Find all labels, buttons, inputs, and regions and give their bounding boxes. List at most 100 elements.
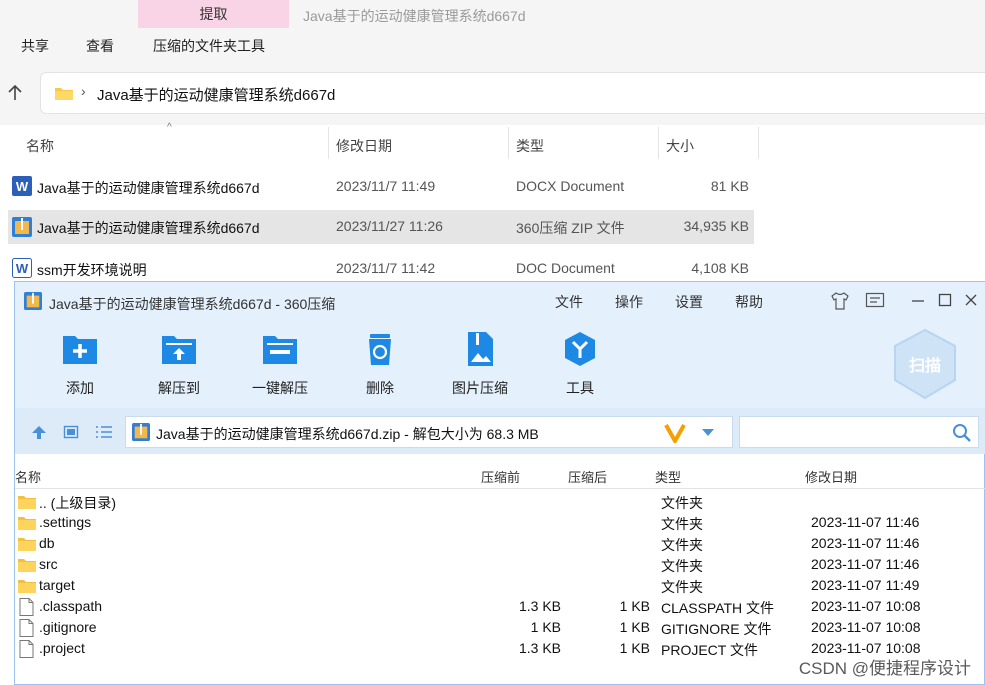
feedback-icon[interactable]	[865, 292, 885, 310]
up-level-icon[interactable]	[31, 424, 47, 440]
add-button[interactable]: 添加	[35, 320, 125, 408]
col-modified[interactable]: 修改日期	[336, 136, 392, 156]
file-date: 2023/11/7 11:49	[336, 178, 436, 194]
col-size[interactable]: 大小	[666, 136, 694, 156]
extract-to-label: 解压到	[158, 380, 200, 396]
column-divider[interactable]	[508, 127, 509, 159]
zip-menu-file[interactable]: 文件	[555, 292, 583, 312]
zip-item-date: 2023-11-07 11:49	[811, 577, 920, 593]
zip-item-type: GITIGNORE 文件	[661, 621, 772, 637]
delete-label: 删除	[366, 380, 394, 396]
skin-shirt-icon[interactable]	[830, 292, 850, 310]
image-compress-icon	[468, 332, 493, 366]
menu-compressed-folder-tools[interactable]: 压缩的文件夹工具	[153, 36, 265, 56]
zip-row[interactable]: src 文件夹 2023-11-07 11:46	[15, 554, 985, 575]
zip-item-size-before: 1.3 KB	[518, 598, 561, 614]
folder-icon	[18, 496, 36, 509]
zip-item-type: 文件夹	[661, 537, 703, 553]
file-icon	[19, 619, 34, 637]
zip-item-name: target	[39, 577, 75, 593]
zip-toolbar: 添加 解压到 一键解压 删除 图片压缩 工具 扫描	[15, 320, 985, 408]
thumbnail-view-icon[interactable]	[63, 424, 79, 440]
word-docx-icon: W	[12, 176, 32, 196]
zip-titlebar: Java基于的运动健康管理系统d667d - 360压缩 文件 操作 设置 帮助	[15, 282, 985, 320]
tools-button[interactable]: 工具	[535, 320, 625, 408]
add-icon	[63, 336, 97, 364]
zip-path-field[interactable]: Java基于的运动健康管理系统d667d.zip - 解包大小为 68.3 MB	[125, 416, 733, 448]
csdn-watermark: CSDN @便捷程序设计	[798, 659, 971, 678]
zip-app-icon	[24, 292, 42, 310]
zip-row[interactable]: .gitignore 1 KB 1 KB GITIGNORE 文件 2023-1…	[15, 617, 985, 638]
one-click-extract-label: 一键解压	[252, 380, 308, 396]
zip-item-date: 2023-11-07 11:46	[811, 514, 920, 530]
address-text: Java基于的运动健康管理系统d667d	[97, 87, 336, 104]
scan-button[interactable]: 扫描	[887, 326, 963, 402]
add-label: 添加	[66, 380, 94, 396]
minimize-icon[interactable]	[910, 292, 926, 308]
zip-row-parent[interactable]: .. (上级目录) 文件夹	[15, 491, 985, 512]
col-type[interactable]: 类型	[516, 136, 544, 156]
file-date: 2023/11/7 11:42	[336, 260, 436, 276]
zip-window-title: Java基于的运动健康管理系统d667d - 360压缩	[49, 296, 336, 312]
zip-menu-help[interactable]: 帮助	[735, 292, 763, 312]
address-bar[interactable]: › Java基于的运动健康管理系统d667d	[40, 72, 985, 114]
folder-icon	[18, 538, 36, 551]
zip-row[interactable]: .classpath 1.3 KB 1 KB CLASSPATH 文件 2023…	[15, 596, 985, 617]
dropdown-arrow-icon[interactable]	[700, 427, 716, 439]
file-icon	[19, 598, 34, 616]
zip-item-type: 文件夹	[661, 495, 703, 511]
up-arrow-icon[interactable]	[6, 84, 24, 102]
extract-to-button[interactable]: 解压到	[134, 320, 224, 408]
zip-col-name[interactable]: 名称	[15, 467, 41, 486]
zip-row[interactable]: target 文件夹 2023-11-07 11:49	[15, 575, 985, 596]
zip-item-type: 文件夹	[661, 579, 703, 595]
zip-col-before[interactable]: 压缩前	[481, 467, 520, 486]
tools-label: 工具	[566, 380, 594, 396]
folder-icon	[55, 88, 73, 100]
maximize-icon[interactable]	[937, 292, 953, 308]
column-divider[interactable]	[328, 127, 329, 159]
file-date: 2023/11/27 11:26	[336, 218, 443, 234]
file-type: 360压缩 ZIP 文件	[516, 220, 625, 236]
file-name: Java基于的运动健康管理系统d667d	[37, 180, 260, 196]
zip-item-name: .classpath	[39, 598, 103, 614]
zip-item-date: 2023-11-07 10:08	[811, 598, 921, 614]
zip-col-date[interactable]: 修改日期	[805, 467, 857, 486]
zip-row[interactable]: db 文件夹 2023-11-07 11:46	[15, 533, 985, 554]
zip-row[interactable]: .settings 文件夹 2023-11-07 11:46	[15, 512, 985, 533]
zip-item-type: 文件夹	[661, 516, 703, 532]
zip-col-after[interactable]: 压缩后	[568, 467, 607, 486]
close-icon[interactable]	[963, 292, 979, 308]
file-type: DOCX Document	[516, 178, 625, 194]
search-icon[interactable]	[952, 423, 972, 443]
delete-button[interactable]: 删除	[335, 320, 425, 408]
column-divider[interactable]	[758, 127, 759, 159]
file-row-selected[interactable]: Java基于的运动健康管理系统d667d 2023/11/27 11:26 36…	[8, 210, 754, 244]
explorer-title: Java基于的运动健康管理系统d667d	[303, 8, 526, 24]
file-size: 34,935 KB	[683, 218, 749, 234]
zip-search-input[interactable]	[739, 416, 979, 448]
menu-share[interactable]: 共享	[21, 36, 49, 56]
list-view-icon[interactable]	[95, 424, 113, 440]
svg-text:W: W	[16, 261, 29, 276]
menu-view[interactable]: 查看	[86, 36, 114, 56]
zip-item-size-before: 1.3 KB	[518, 640, 561, 656]
v-logo-icon[interactable]	[664, 423, 686, 443]
zip-item-name: .settings	[39, 514, 92, 530]
image-compress-button[interactable]: 图片压缩	[435, 320, 525, 408]
file-row[interactable]: W Java基于的运动健康管理系统d667d 2023/11/7 11:49 D…	[0, 170, 985, 204]
file-name: Java基于的运动健康管理系统d667d	[37, 220, 260, 236]
col-name[interactable]: 名称	[26, 136, 54, 156]
sort-caret-icon: ^	[167, 122, 172, 133]
zip-item-date: 2023-11-07 11:46	[811, 535, 920, 551]
column-divider[interactable]	[658, 127, 659, 159]
extract-tab[interactable]: 提取	[138, 0, 289, 28]
one-click-extract-button[interactable]: 一键解压	[235, 320, 325, 408]
zip-col-type[interactable]: 类型	[655, 467, 681, 486]
zip-menu-settings[interactable]: 设置	[675, 292, 703, 312]
word-doc-icon: W	[12, 258, 32, 278]
file-type: DOC Document	[516, 260, 615, 276]
zip-menu-operate[interactable]: 操作	[615, 292, 643, 312]
zip-item-name: .gitignore	[39, 619, 97, 635]
image-compress-label: 图片压缩	[452, 380, 508, 396]
